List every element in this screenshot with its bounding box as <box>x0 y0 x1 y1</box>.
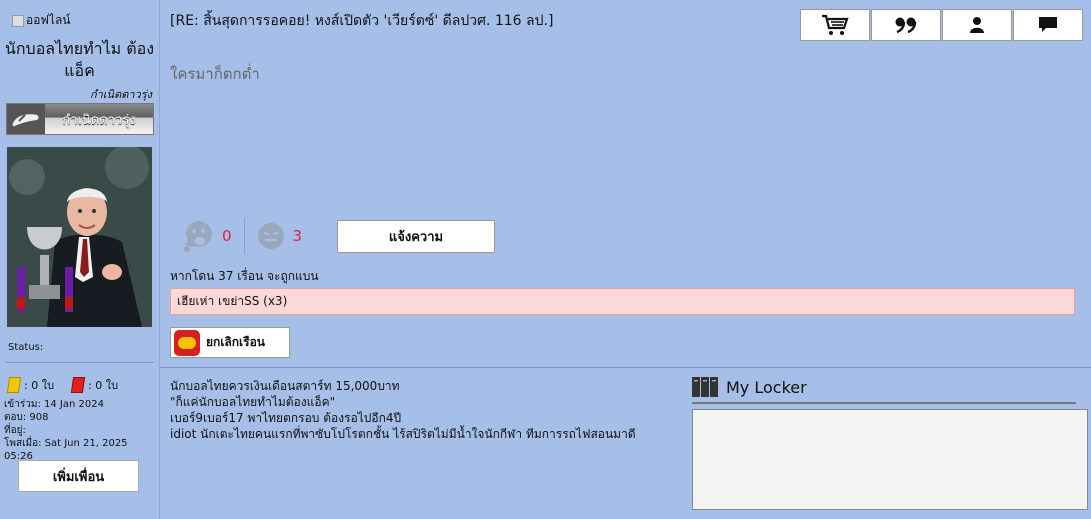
like-reaction[interactable]: 0 <box>180 219 232 253</box>
user-icon <box>970 17 984 33</box>
cart-button[interactable] <box>800 9 870 41</box>
avatar[interactable] <box>7 147 152 327</box>
warning-text: เฮียเห่า เขย่าSS (x3) <box>177 294 288 308</box>
red-card-icon <box>70 377 86 393</box>
post-body: ใครมาก็ตกต่ำ <box>170 65 260 83</box>
locker-icon <box>692 377 718 397</box>
signature-line: idiot นักเตะไทยคนแรกที่พาซับโปโรตกชั้น ไ… <box>170 427 636 441</box>
rank-badge-label: กำเนิดดาวรุ่ง <box>62 112 136 128</box>
report-button[interactable]: แจ้งความ <box>337 220 495 253</box>
status-label: Status: <box>8 342 44 353</box>
dislike-reaction[interactable]: 3 <box>257 222 303 250</box>
ban-note: หากโดน 37 เรื่อน จะถูกแบน <box>170 269 319 283</box>
user-sidebar: ออฟไลน์ นักบอลไทยทำไม ต้องแอ็ค กำเนิดดาว… <box>0 0 160 519</box>
online-status-text: ออฟไลน์ <box>26 13 71 27</box>
reply-count: ตอบ: 908 <box>4 412 49 423</box>
tongue-face-icon <box>184 221 212 252</box>
add-friend-button[interactable]: เพิ่มเพื่อน <box>18 460 139 492</box>
yellow-card-count: : 0 ใบ <box>24 379 55 392</box>
dislike-count: 3 <box>292 227 303 245</box>
location: ที่อยู่: <box>4 425 26 436</box>
online-status: ออฟไลน์ <box>12 11 71 30</box>
signature-line: เบอร์9เบอร์17 พาไทยตกรอบ ต้องรอไปอีก4ปี <box>170 411 402 425</box>
cancel-warning-label: ยกเลิกเรือน <box>206 335 265 349</box>
reaction-divider <box>243 218 245 254</box>
rank-title: กำเนิดดาวรุ่ง <box>89 88 152 101</box>
cancel-badge-icon <box>174 329 200 356</box>
annoyed-face-icon <box>257 223 284 249</box>
locker-content <box>692 409 1088 510</box>
sidebar-divider <box>6 362 154 363</box>
username[interactable]: นักบอลไทยทำไม ต้องแอ็ค <box>0 38 159 82</box>
reactions: 0 3 <box>180 218 302 254</box>
signature: นักบอลไทยควรเงินเดือนสตาร์ท 15,000บาท "ก… <box>170 378 636 442</box>
post-main: [RE: สิ้นสุดการรอคอย! หงส์เปิดตัว 'เวียร… <box>160 0 1091 519</box>
cancel-warning-button[interactable]: ยกเลิกเรือน <box>170 327 290 358</box>
post-title: [RE: สิ้นสุดการรอคอย! หงส์เปิดตัว 'เวียร… <box>170 13 554 29</box>
locker-divider <box>692 402 1076 404</box>
post-toolbar <box>800 9 1084 41</box>
card-counts: : 0 ใบ : 0 ใบ <box>6 376 119 394</box>
comment-icon <box>1039 17 1057 32</box>
yellow-card-icon <box>6 377 22 393</box>
warning-box: เฮียเห่า เขย่าSS (x3) <box>170 288 1075 315</box>
red-card-count: : 0 ใบ <box>88 379 119 392</box>
profile-button[interactable] <box>942 9 1012 41</box>
quote-button[interactable] <box>871 9 941 41</box>
signature-line: "ก็แค่นักบอลไทยทำไมต้องแอ็ค" <box>170 395 336 409</box>
quote-icon <box>895 17 917 33</box>
cart-icon <box>822 14 849 35</box>
sandal-icon <box>7 104 45 134</box>
signature-line: นักบอลไทยควรเงินเดือนสตาร์ท 15,000บาท <box>170 379 400 393</box>
like-count: 0 <box>222 227 232 245</box>
offline-indicator-icon <box>12 14 24 27</box>
joined-date: เข้าร่วม: 14 Jan 2024 <box>4 399 104 410</box>
rank-badge: กำเนิดดาวรุ่ง <box>6 103 154 135</box>
message-button[interactable] <box>1013 9 1083 41</box>
signature-divider <box>160 367 1091 368</box>
locker-header: My Locker <box>692 377 807 397</box>
locker-title: My Locker <box>726 377 807 397</box>
